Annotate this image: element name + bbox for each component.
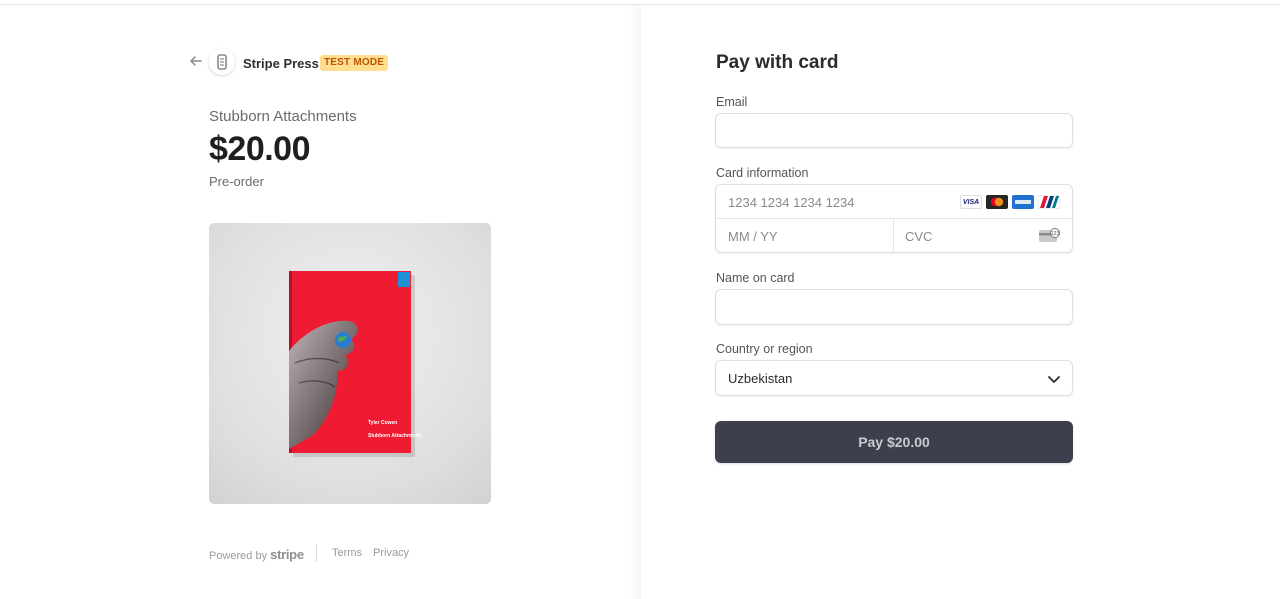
- product-name: Stubborn Attachments: [209, 108, 357, 125]
- cvc-card-icon: 123: [1039, 228, 1060, 242]
- merchant-logo: [209, 49, 235, 75]
- pay-button[interactable]: Pay $20.00: [715, 421, 1073, 463]
- amex-icon: [1012, 195, 1034, 209]
- back-arrow-icon[interactable]: [188, 53, 204, 69]
- stripe-wordmark: stripe: [270, 547, 304, 562]
- chevron-down-icon: [1048, 376, 1060, 383]
- unionpay-icon: [1038, 195, 1060, 209]
- privacy-link[interactable]: Privacy: [373, 547, 409, 559]
- card-number-input[interactable]: 1234 1234 1234 1234: [728, 195, 855, 210]
- stripe-press-logo-icon: [217, 54, 227, 70]
- price-note: Pre-order: [209, 174, 264, 189]
- expiry-input[interactable]: MM / YY: [728, 229, 778, 244]
- form-title: Pay with card: [716, 52, 839, 73]
- card-information-field: 1234 1234 1234 1234 VISA MM / YY CVC 123: [715, 184, 1073, 253]
- terms-link[interactable]: Terms: [332, 547, 362, 559]
- svg-text:123: 123: [1051, 231, 1060, 237]
- name-label: Name on card: [716, 271, 795, 285]
- email-field[interactable]: [715, 113, 1073, 148]
- footer-divider: [316, 544, 317, 562]
- cvc-input[interactable]: CVC: [905, 229, 932, 244]
- email-input[interactable]: [716, 114, 1072, 147]
- email-label: Email: [716, 95, 748, 109]
- powered-by-stripe[interactable]: Powered by stripe: [209, 547, 304, 562]
- merchant-name: Stripe Press: [243, 56, 319, 71]
- mastercard-icon: [986, 195, 1008, 209]
- country-select[interactable]: Uzbekistan: [715, 360, 1073, 396]
- test-mode-badge: TEST MODE: [320, 55, 389, 71]
- book-cover-illustration: Tyler Cowen Stubborn Attachments: [289, 271, 422, 457]
- product-price: $20.00: [209, 130, 311, 168]
- country-label: Country or region: [716, 342, 813, 356]
- product-image: Tyler Cowen Stubborn Attachments: [209, 223, 491, 504]
- pane-divider: [628, 5, 642, 599]
- card-column-divider: [893, 219, 894, 253]
- cover-author: Tyler Cowen: [368, 420, 397, 426]
- visa-icon: VISA: [960, 195, 982, 209]
- card-info-label: Card information: [716, 166, 809, 180]
- card-row-divider: [716, 218, 1072, 219]
- cover-title: Stubborn Attachments: [368, 433, 422, 439]
- powered-by-label: Powered by: [209, 550, 268, 562]
- name-on-card-field[interactable]: [715, 289, 1073, 325]
- country-value: Uzbekistan: [728, 371, 793, 386]
- name-input[interactable]: [716, 290, 1072, 324]
